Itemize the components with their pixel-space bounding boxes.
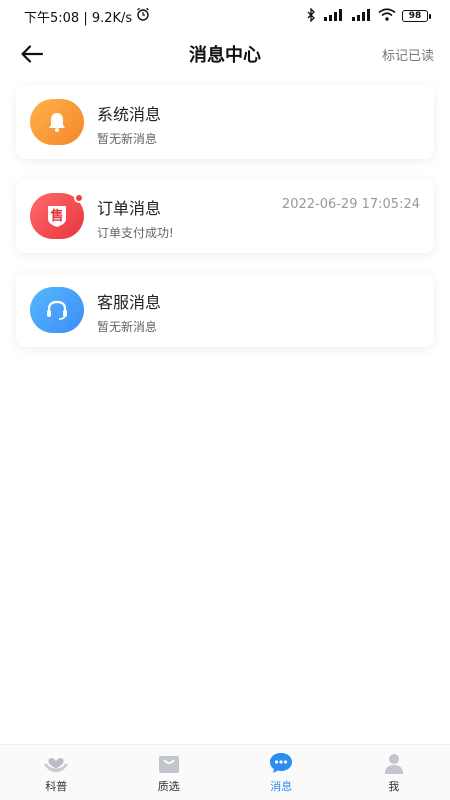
nav-label: 我 — [388, 780, 400, 793]
message-title: 客服消息 — [97, 293, 162, 312]
nav-label: 质选 — [157, 780, 180, 793]
message-item-system[interactable]: 系统消息 暂无新消息 — [16, 85, 434, 159]
person-icon — [381, 751, 407, 775]
battery-icon: 98 — [402, 10, 431, 22]
bottom-nav: 科普 质选 消息 我 — [0, 744, 450, 800]
message-item-order[interactable]: 售 订单消息 订单支付成功! 2022-06-29 17:05:24 — [16, 179, 434, 253]
alarm-icon — [136, 7, 150, 25]
mark-all-read-button[interactable]: 标记已读 — [382, 45, 434, 64]
nav-item-me[interactable]: 我 — [354, 751, 434, 794]
status-time-speed: 下午5:08 | 9.2K/s — [24, 10, 133, 26]
signal-icon — [322, 8, 344, 24]
bell-icon — [30, 99, 84, 145]
arrow-left-icon — [21, 45, 43, 63]
heart-hands-icon — [43, 751, 69, 775]
nav-item-select[interactable]: 质选 — [129, 751, 209, 794]
shopping-bag-icon — [156, 751, 182, 775]
message-title: 系统消息 — [97, 105, 162, 124]
message-list: 系统消息 暂无新消息 售 订单消息 订单支付成功! 2022-06-29 17:… — [16, 85, 434, 367]
nav-item-science[interactable]: 科普 — [16, 751, 96, 794]
wifi-icon — [378, 8, 396, 24]
sale-icon: 售 — [30, 193, 84, 239]
nav-label: 消息 — [270, 780, 293, 793]
nav-item-messages[interactable]: 消息 — [241, 751, 321, 794]
bluetooth-icon — [306, 6, 316, 25]
message-item-service[interactable]: 客服消息 暂无新消息 — [16, 273, 434, 347]
nav-label: 科普 — [45, 780, 68, 793]
message-preview: 订单支付成功! — [97, 226, 174, 240]
status-bar: 下午5:08 | 9.2K/s 98 — [0, 0, 450, 32]
chat-bubble-icon — [268, 751, 294, 775]
header: 消息中心 标记已读 — [0, 32, 450, 76]
message-title: 订单消息 — [97, 199, 162, 218]
back-button[interactable] — [18, 40, 46, 68]
message-preview: 暂无新消息 — [97, 132, 158, 146]
signal-icon — [350, 8, 372, 24]
message-timestamp: 2022-06-29 17:05:24 — [281, 197, 420, 212]
headset-icon — [30, 287, 84, 333]
unread-badge — [74, 193, 84, 203]
message-preview: 暂无新消息 — [97, 320, 158, 334]
page-title: 消息中心 — [189, 45, 261, 66]
sale-icon-text: 售 — [50, 209, 64, 224]
